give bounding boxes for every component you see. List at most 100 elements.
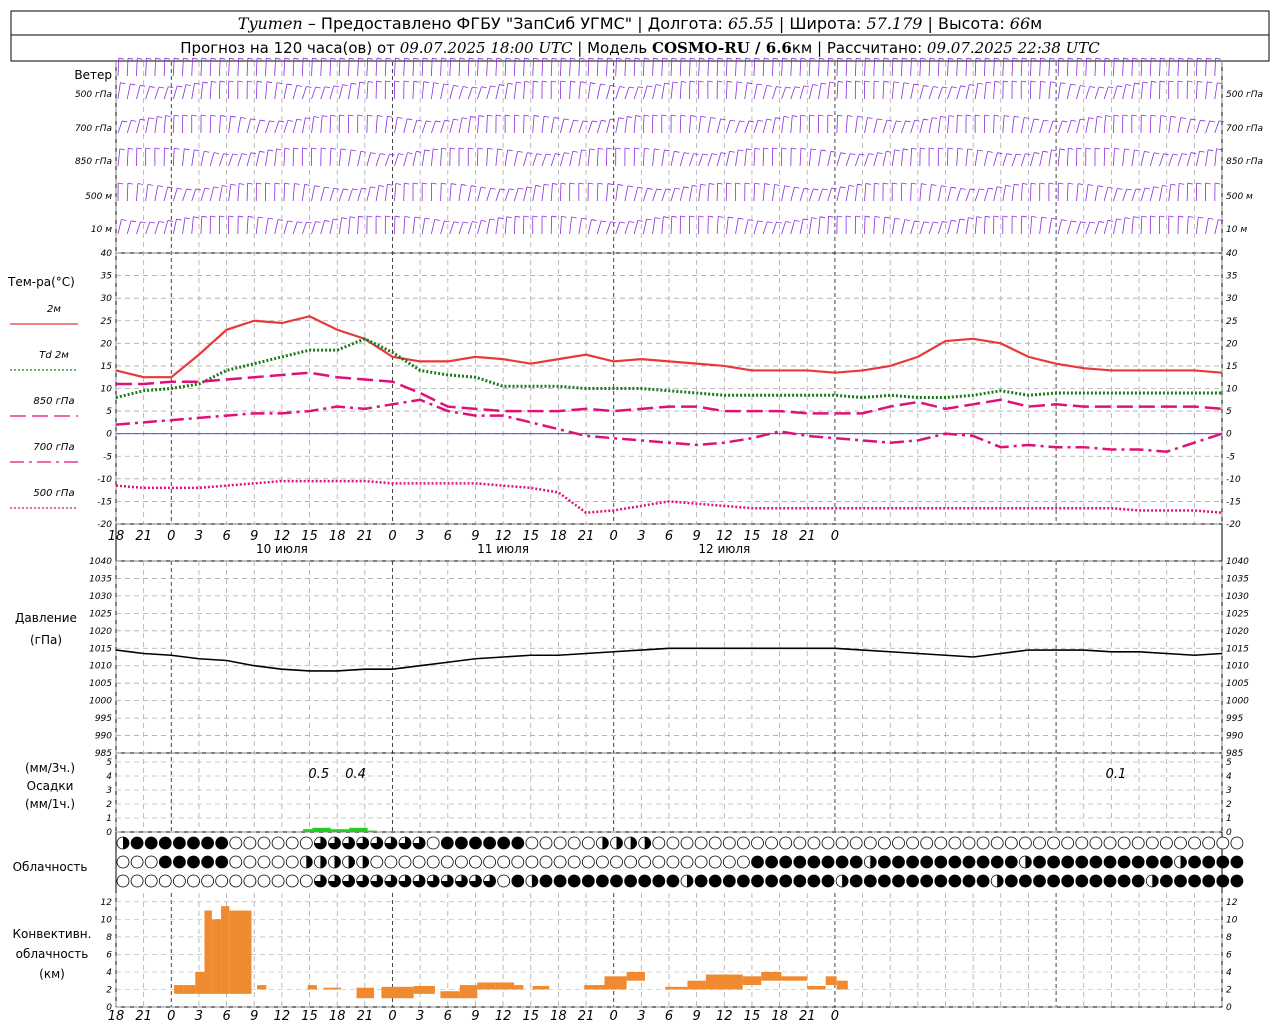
- wind-barb-flag: [165, 115, 171, 117]
- wind-barb-flag: [1197, 80, 1203, 83]
- wind-barb-flag: [644, 147, 650, 150]
- wind-barb-flag: [865, 183, 871, 185]
- wind-barb-flag: [846, 80, 852, 83]
- hour-tick-label: 21: [135, 1009, 152, 1024]
- conv-y-tick-right: 12: [1226, 898, 1238, 908]
- wind-barb: [670, 187, 676, 202]
- precip-bar: [349, 827, 359, 832]
- wind-barb-flag: [490, 85, 496, 88]
- wind-barb: [799, 188, 805, 202]
- wind-barb-flag: [204, 187, 210, 190]
- wind-barb: [136, 119, 141, 134]
- wind-barb: [513, 151, 519, 167]
- wind-barb-flag: [122, 120, 128, 123]
- wind-barb-flag: [367, 80, 374, 83]
- wind-barb-flag: [707, 80, 713, 83]
- wind-barb: [689, 185, 693, 202]
- pressure-y-tick: 1015: [89, 644, 112, 654]
- wind-barb-flag: [1133, 216, 1139, 219]
- wind-barb: [1195, 81, 1198, 100]
- pressure-unit: (гПа): [30, 633, 62, 647]
- wind-barbs-layer: [117, 57, 1224, 235]
- wind-barb-flag: [167, 220, 173, 222]
- wind-barb: [550, 153, 556, 167]
- wind-barb: [707, 153, 713, 167]
- cloud-octa-fill: [1160, 875, 1173, 887]
- conv-cloud-bar: [204, 910, 212, 994]
- conv-title-1: Конвективн.: [13, 927, 92, 941]
- wind-barb-flag: [1031, 215, 1037, 218]
- wind-barb-flag: [268, 217, 274, 220]
- conv-y-tick: 10: [101, 915, 113, 925]
- wind-barb-flag: [1200, 119, 1206, 122]
- cloud-octa-circle: [708, 855, 722, 869]
- wind-barb: [504, 83, 509, 100]
- temp-y-tick: -20: [97, 520, 112, 530]
- wind-barb: [1214, 148, 1217, 167]
- wind-barb-flag: [330, 147, 337, 150]
- conv-y-tick: 4: [106, 968, 112, 978]
- wind-barb: [652, 188, 658, 202]
- wind-barb-flag: [619, 86, 625, 88]
- wind-barb-flag: [960, 187, 966, 190]
- wind-level-label-right: 700 гПа: [1226, 124, 1263, 134]
- wind-barb: [541, 184, 545, 202]
- temp-y-tick: 10: [101, 385, 113, 395]
- wind-barb: [919, 118, 924, 134]
- cloud-octa-fill: [793, 875, 806, 887]
- wind-level-label-right: 10 м: [1226, 225, 1247, 235]
- wind-barb-flag: [874, 182, 880, 185]
- cloud-octa-fill: [920, 875, 933, 887]
- cloud-octa-circle: [680, 855, 694, 869]
- wind-barb: [818, 149, 822, 167]
- cloud-octa-circle: [426, 836, 440, 850]
- wind-barb: [974, 216, 978, 235]
- wind-barb-flag: [322, 115, 328, 117]
- cloud-octa-circle: [694, 836, 708, 850]
- wind-barb-flag: [230, 183, 236, 186]
- wind-barb: [891, 120, 897, 134]
- wind-barb-flag: [1030, 182, 1037, 185]
- wind-barb: [993, 152, 998, 167]
- wind-barb-flag: [398, 153, 404, 156]
- hour-tick-label: 12: [716, 1009, 733, 1024]
- temp-y-tick: 0: [106, 430, 112, 440]
- wind-barb-flag: [238, 215, 244, 218]
- wind-barb-flag: [304, 184, 310, 186]
- hour-tick-label: 6: [222, 1009, 230, 1024]
- cloud-octa-fill: [483, 837, 496, 849]
- hour-tick-label: 3: [637, 1009, 645, 1024]
- wind-barb-flag: [1159, 215, 1165, 218]
- wind-barb: [578, 81, 581, 100]
- wind-barb: [1066, 83, 1071, 100]
- model-name: COSMO-RU / 6.6: [652, 39, 792, 57]
- wind-level-label-right: 500 м: [1226, 192, 1253, 202]
- wind-barb-flag: [158, 221, 164, 223]
- wind-barb-flag: [929, 147, 935, 150]
- wind-barb-flag: [394, 215, 401, 218]
- wind-barb-flag: [624, 147, 631, 150]
- temp-y-tick: 40: [101, 249, 113, 259]
- wind-barb: [1195, 120, 1201, 134]
- wind-barb: [218, 185, 223, 202]
- wind-barb: [532, 153, 538, 167]
- wind-barb: [910, 183, 912, 202]
- conv-cloud-bar: [705, 974, 743, 990]
- pressure-y-tick-right: 990: [1226, 732, 1243, 742]
- wind-barb-flag: [785, 221, 791, 223]
- wind-barb-flag: [979, 188, 985, 191]
- wind-barb-flag: [601, 119, 607, 122]
- cloud-octa-fill: [610, 875, 623, 887]
- wind-barb: [1186, 183, 1189, 202]
- cloud-octa-circle: [1174, 836, 1187, 850]
- wind-barb-flag: [1162, 184, 1168, 187]
- wind-barb: [1149, 186, 1155, 202]
- wind-barb-flag: [618, 117, 624, 120]
- conv-y-tick: 8: [106, 933, 112, 943]
- wind-barb-flag: [951, 219, 957, 222]
- conv-cloud-bar: [584, 985, 605, 990]
- wind-barb: [1057, 120, 1063, 134]
- wind-barb: [882, 217, 886, 235]
- cloud-octa-fill: [723, 875, 736, 887]
- wind-barb-flag: [1135, 188, 1142, 191]
